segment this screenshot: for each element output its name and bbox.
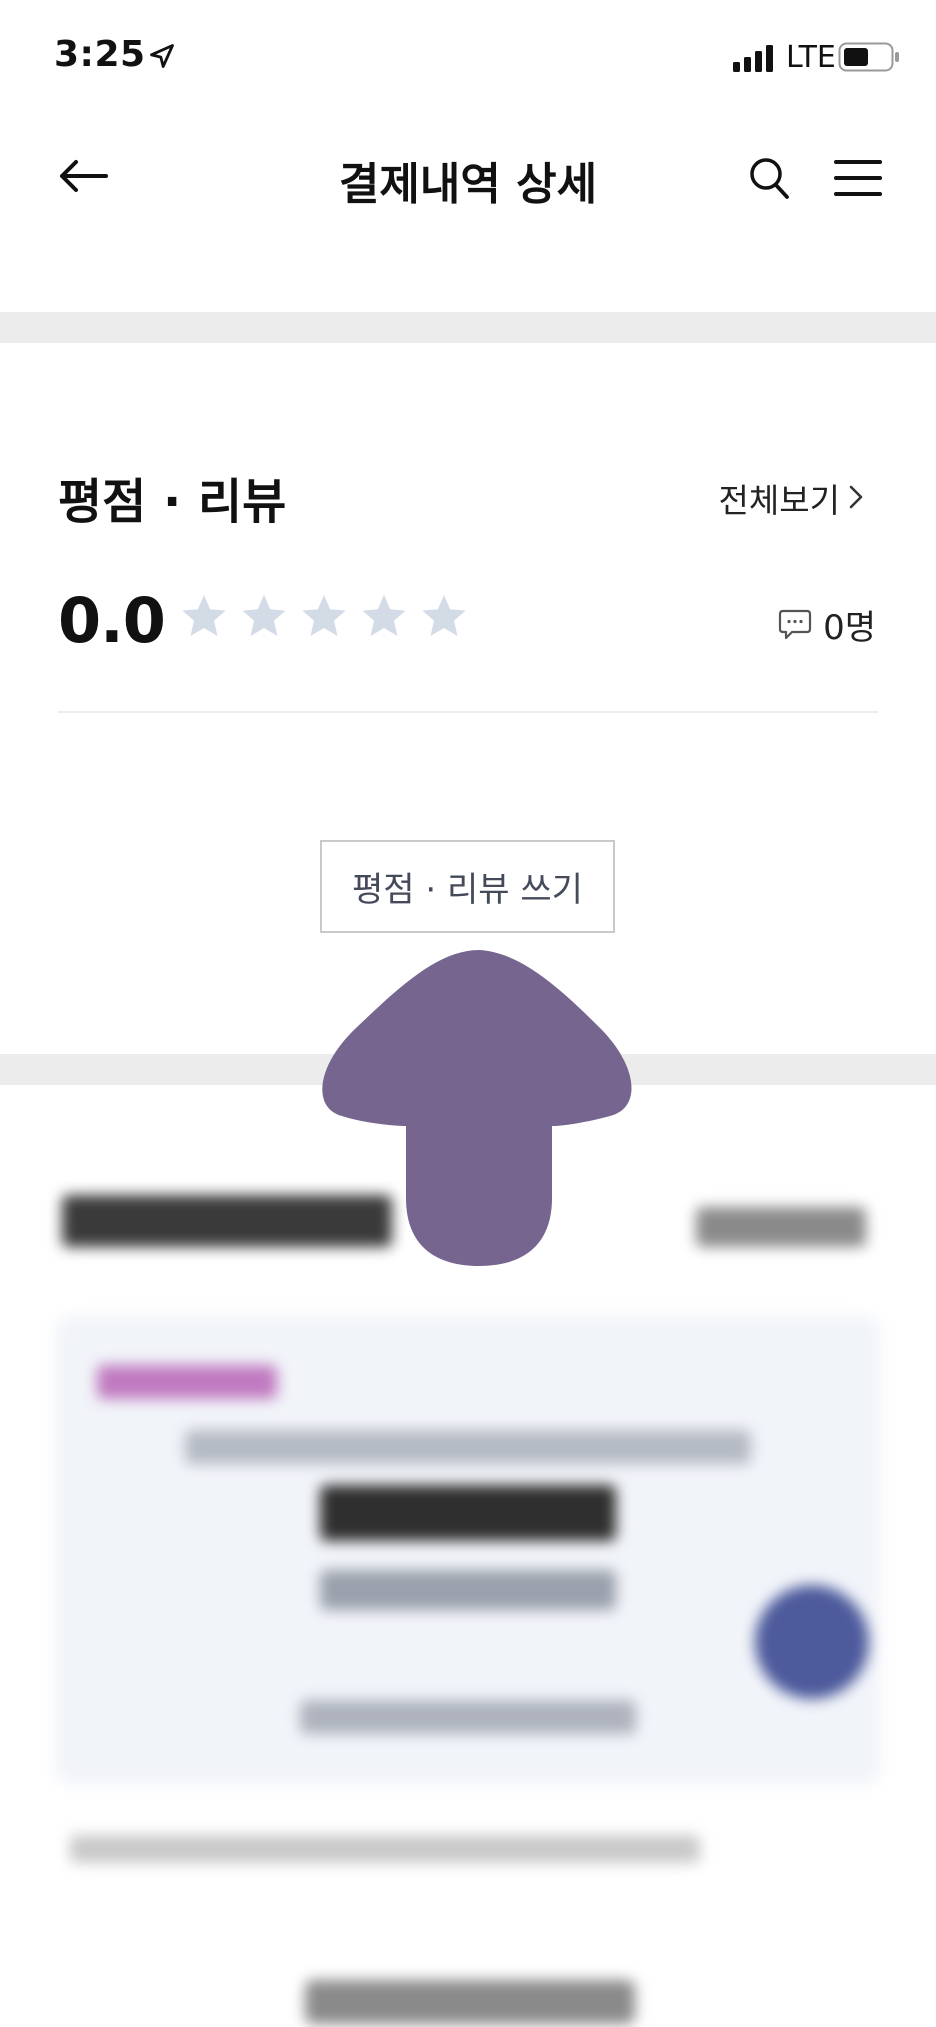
navigation-header: 결제내역 상세 xyxy=(0,118,936,238)
star-icon xyxy=(422,595,466,636)
network-type-label: LTE xyxy=(786,40,836,75)
review-section-title: 평점 · 리뷰 xyxy=(58,474,287,530)
blurred-bottom-button xyxy=(305,1980,635,2024)
view-all-link[interactable]: 전체보기 xyxy=(719,474,840,522)
blurred-card xyxy=(55,1315,881,1785)
review-count-label: 0명 xyxy=(823,608,876,648)
blurred-line xyxy=(320,1485,616,1541)
write-review-button[interactable]: 평점 · 리뷰 쓰기 xyxy=(320,840,615,933)
page-title: 결제내역 상세 xyxy=(338,159,598,210)
divider-line xyxy=(58,711,878,713)
star-icon xyxy=(242,595,286,636)
rating-score: 0.0 xyxy=(58,584,166,657)
battery-icon xyxy=(838,42,899,72)
speech-bubble-icon xyxy=(778,609,812,639)
section-divider xyxy=(0,312,936,343)
star-icon xyxy=(182,595,226,636)
star-icon xyxy=(302,595,346,636)
hamburger-menu-icon[interactable] xyxy=(834,158,882,198)
chevron-right-icon[interactable] xyxy=(846,482,866,512)
blurred-note xyxy=(70,1835,700,1863)
search-icon[interactable] xyxy=(748,156,790,200)
location-arrow-icon xyxy=(150,44,174,68)
blurred-round-button xyxy=(755,1585,869,1699)
status-time: 3:25 xyxy=(54,34,146,75)
cellular-signal-icon xyxy=(733,45,773,72)
blurred-tag xyxy=(97,1365,277,1399)
blurred-view-all xyxy=(696,1207,866,1247)
blurred-line xyxy=(185,1430,751,1464)
overlay-up-arrow-icon xyxy=(322,950,632,1266)
rating-stars xyxy=(180,592,468,640)
status-bar: 3:25 LTE xyxy=(0,0,936,110)
blurred-line xyxy=(320,1570,616,1610)
review-count: 0명 xyxy=(777,600,876,649)
star-icon xyxy=(362,595,406,636)
blurred-line xyxy=(300,1700,636,1734)
